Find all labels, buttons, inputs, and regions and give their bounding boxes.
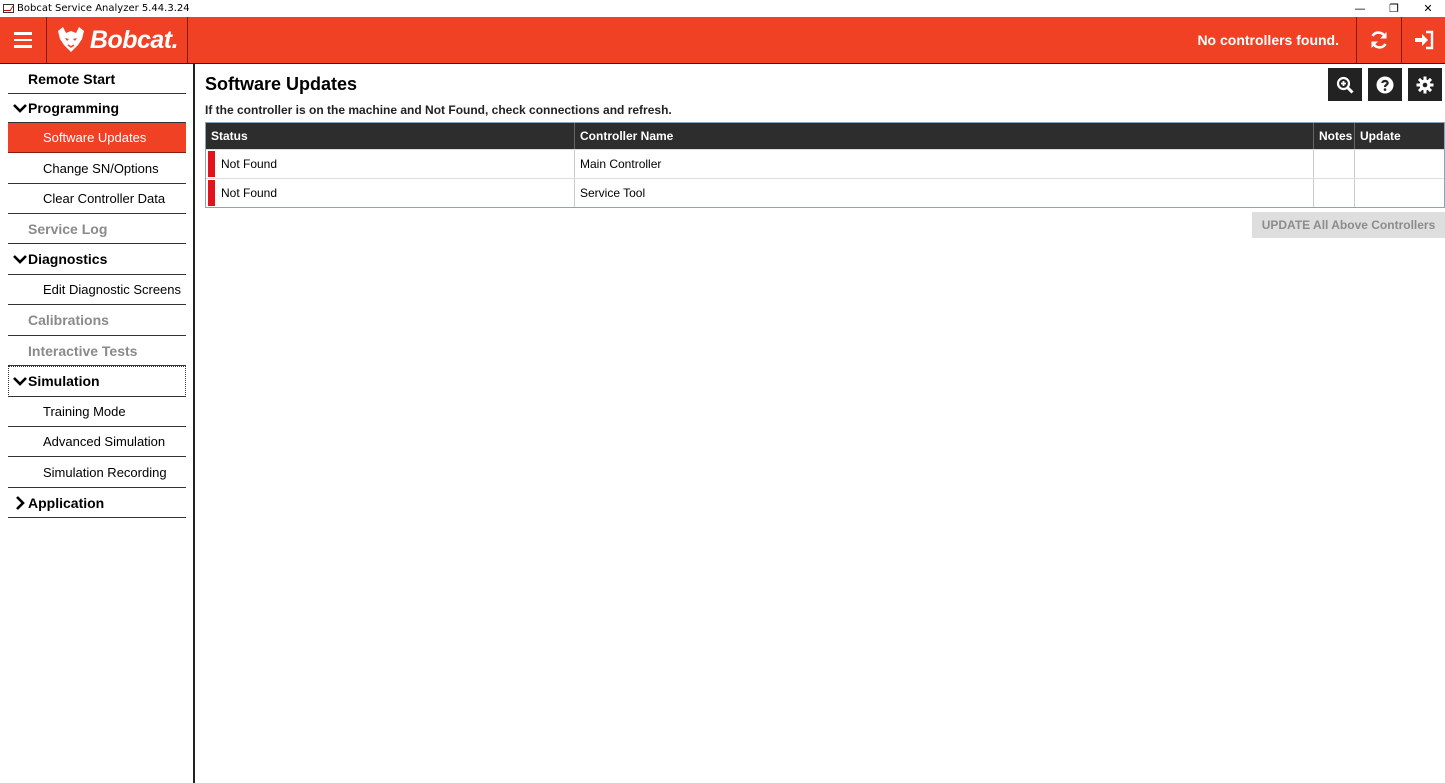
chevron-down-icon — [13, 104, 27, 113]
window-titlebar: Bobcat Service Analyzer 5.44.3.24 — ❐ ✕ — [0, 0, 1445, 17]
sidebar-item-label: Interactive Tests — [28, 342, 138, 359]
connection-status: No controllers found. — [1197, 32, 1339, 48]
sidebar-item-interactive-tests[interactable]: Interactive Tests — [8, 336, 186, 366]
window-controls: — ❐ ✕ — [1343, 0, 1445, 17]
chevron-down-icon — [13, 377, 27, 386]
app-icon — [3, 4, 14, 13]
sidebar-item-remote-start[interactable]: Remote Start — [8, 64, 186, 94]
restore-button[interactable]: ❐ — [1377, 0, 1411, 17]
status-text: Not Found — [221, 157, 278, 171]
notes-cell — [1314, 150, 1355, 178]
sidebar-item-label: Simulation Recording — [43, 464, 167, 480]
sidebar-nav: Remote Start Programming Software Update… — [0, 64, 195, 783]
sidebar-item-simulation[interactable]: Simulation — [8, 366, 186, 397]
table-row[interactable]: Not Found Main Controller — [206, 149, 1444, 178]
update-cell — [1355, 150, 1444, 178]
controllers-table: Status Controller Name Notes Update Not … — [205, 122, 1445, 208]
controller-name-cell: Service Tool — [575, 179, 1314, 207]
sidebar-item-label: Programming — [28, 100, 120, 116]
controller-name-cell: Main Controller — [575, 150, 1314, 178]
status-indicator — [208, 151, 215, 177]
sidebar-item-change-sn-options[interactable]: Change SN/Options — [8, 153, 186, 184]
app-header: Bobcat. No controllers found. — [0, 17, 1445, 64]
hamburger-icon — [13, 32, 32, 35]
sidebar-item-training-mode[interactable]: Training Mode — [8, 397, 186, 427]
help-icon — [1376, 76, 1394, 93]
sidebar-item-label: Change SN/Options — [43, 160, 159, 176]
close-button[interactable]: ✕ — [1411, 0, 1445, 17]
bobcat-logo: Bobcat. — [46, 17, 188, 63]
status-cell: Not Found — [206, 179, 575, 207]
sidebar-item-software-updates[interactable]: Software Updates — [8, 123, 186, 153]
zoom-icon — [1336, 76, 1354, 94]
update-cell — [1355, 179, 1444, 207]
sidebar-item-label: Simulation — [28, 373, 100, 389]
minimize-button[interactable]: — — [1343, 0, 1377, 17]
sidebar-item-label: Clear Controller Data — [43, 191, 166, 206]
sidebar-item-clear-controller-data[interactable]: Clear Controller Data — [8, 184, 186, 214]
sidebar-item-label: Diagnostics — [28, 251, 108, 267]
refresh-button[interactable] — [1356, 17, 1400, 63]
bobcat-head-icon — [57, 27, 84, 52]
chevron-right-icon — [16, 495, 25, 510]
help-button[interactable] — [1368, 68, 1402, 101]
status-cell: Not Found — [206, 150, 575, 178]
sidebar-item-application[interactable]: Application — [8, 488, 186, 518]
table-row[interactable]: Not Found Service Tool — [206, 178, 1444, 207]
sidebar-item-advanced-simulation[interactable]: Advanced Simulation — [8, 427, 186, 457]
status-text: Not Found — [221, 186, 278, 200]
sidebar-item-label: Training Mode — [43, 404, 126, 419]
sidebar-item-label: Application — [28, 494, 105, 511]
instruction-text: If the controller is on the machine and … — [205, 103, 672, 117]
brand-name: Bobcat. — [89, 25, 179, 54]
column-header-status[interactable]: Status — [206, 123, 575, 149]
window-title: Bobcat Service Analyzer 5.44.3.24 — [17, 3, 190, 14]
sidebar-item-label: Advanced Simulation — [43, 434, 166, 449]
column-header-notes[interactable]: Notes — [1314, 123, 1355, 149]
sign-in-icon — [1414, 30, 1433, 50]
page-title: Software Updates — [205, 74, 358, 94]
refresh-icon — [1370, 31, 1387, 49]
sidebar-item-simulation-recording[interactable]: Simulation Recording — [8, 457, 186, 488]
sidebar-item-label: Calibrations — [28, 312, 109, 328]
settings-button[interactable] — [1408, 68, 1442, 101]
sidebar-item-edit-diagnostic-screens[interactable]: Edit Diagnostic Screens — [8, 275, 186, 305]
sidebar-item-diagnostics[interactable]: Diagnostics — [8, 244, 186, 275]
column-header-update[interactable]: Update — [1355, 123, 1444, 149]
zoom-button[interactable] — [1328, 68, 1362, 101]
chevron-down-icon — [13, 255, 27, 264]
sidebar-item-programming[interactable]: Programming — [8, 94, 186, 123]
sign-in-button[interactable] — [1401, 17, 1445, 63]
table-header: Status Controller Name Notes Update — [206, 123, 1444, 149]
sidebar-item-label: Service Log — [28, 220, 108, 237]
sidebar-item-service-log[interactable]: Service Log — [8, 214, 186, 244]
status-indicator — [208, 180, 215, 206]
column-header-controller-name[interactable]: Controller Name — [575, 123, 1314, 149]
sidebar-item-label: Software Updates — [43, 130, 147, 145]
sidebar-item-label: Edit Diagnostic Screens — [43, 282, 182, 297]
update-all-button[interactable]: UPDATE All Above Controllers — [1252, 212, 1445, 238]
sidebar-item-calibrations[interactable]: Calibrations — [8, 305, 186, 336]
sidebar-item-label: Remote Start — [28, 70, 116, 87]
notes-cell — [1314, 179, 1355, 207]
gear-icon — [1416, 76, 1434, 93]
menu-button[interactable] — [0, 17, 45, 63]
